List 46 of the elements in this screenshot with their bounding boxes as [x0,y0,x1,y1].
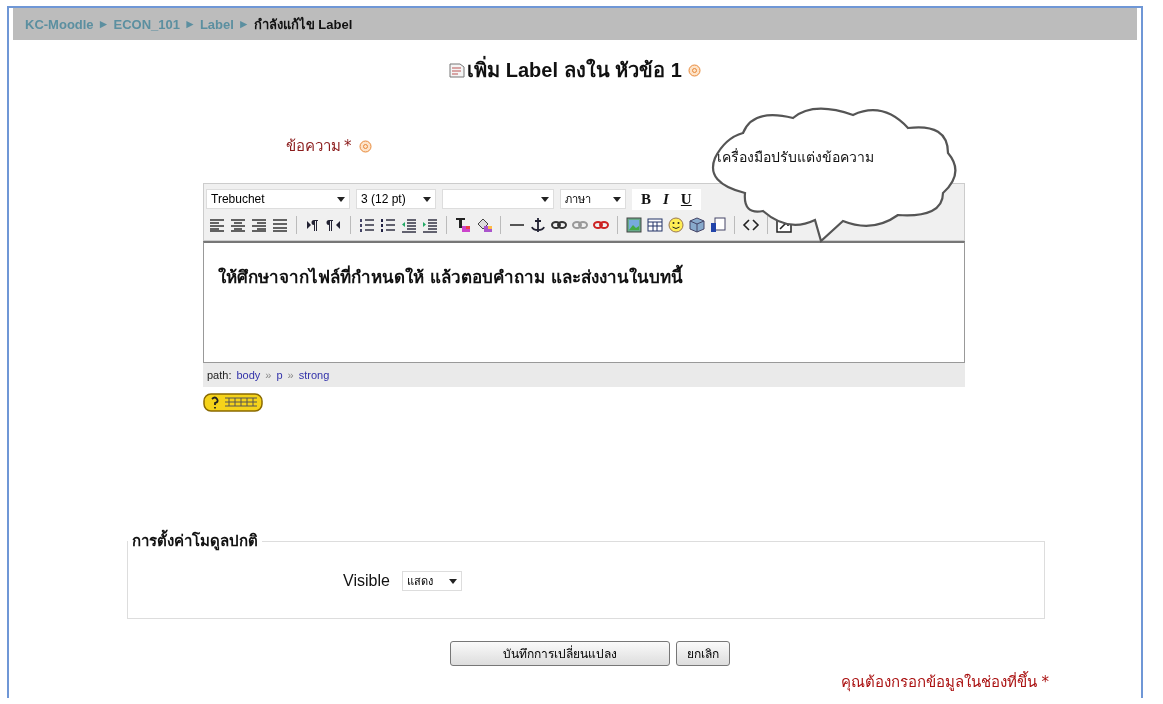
fill-color-icon[interactable] [475,216,493,234]
path-link[interactable]: body [236,369,261,381]
size-select[interactable]: 3 (12 pt) [356,189,436,209]
image-icon[interactable] [625,216,643,234]
align-center-icon[interactable] [229,216,247,234]
paste-icon[interactable] [709,216,727,234]
path-label: path: [207,369,232,381]
save-button[interactable]: บันทึกการเปลี่ยนแปลง [450,641,670,666]
callout-text: เครื่องมือปรับแต่งข้อความ [717,147,874,167]
align-right-icon[interactable] [250,216,268,234]
cancel-button[interactable]: ยกเลิก [676,641,730,666]
breadcrumb-separator: ► [184,17,196,31]
font-select[interactable]: Trebuchet [206,189,350,209]
fieldset-legend: การตั้งค่าโมดูลปกติ [128,529,262,553]
path-separator: » [287,369,294,381]
anchor-icon[interactable] [529,216,547,234]
format-button[interactable]: U [677,190,695,208]
field-label: ข้อความ [286,136,341,157]
indent-icon[interactable] [421,216,439,234]
editor-area[interactable]: ให้ศึกษาจากไฟล์ที่กำหนดให้ แล้วตอบคำถาม และส่งงานในบทนี้ [203,241,965,363]
visible-select[interactable]: แสดง [401,571,462,591]
text-color-icon[interactable] [454,216,472,234]
keyboard-help-icon[interactable] [203,393,263,412]
page-heading: เพิ่ม Label ลงใน หัวข้อ 1 [467,54,682,86]
align-left-icon[interactable] [208,216,226,234]
format-button[interactable]: B [638,190,654,208]
breadcrumb-separator: ► [237,17,250,31]
language-select[interactable]: ภาษา [560,189,626,209]
breadcrumb-separator: ► [97,17,110,31]
required-note: คุณต้องกรอกข้อมูลในช่องที่ขึ้น * [840,670,1049,694]
smiley-icon[interactable] [667,216,685,234]
document-icon [449,62,466,78]
table-icon[interactable] [646,216,664,234]
path-link[interactable]: p [276,369,283,381]
path-link[interactable]: strong [298,369,330,381]
justify-icon[interactable] [271,216,289,234]
bullet-list-icon[interactable] [379,216,397,234]
required-mark: * [344,137,352,155]
visible-label: Visible [343,572,390,590]
outdent-icon[interactable] [400,216,418,234]
cube-icon[interactable] [688,216,706,234]
path-separator: » [265,369,272,381]
editor-text: ให้ศึกษาจากไฟล์ที่กำหนดให้ แล้วตอบคำถาม และส่งงานในบทนี้ [218,263,950,290]
format-button[interactable]: I [660,190,672,208]
breadcrumb-current: กำลังแก้ไข Label [253,15,353,34]
ordered-list-icon[interactable] [358,216,376,234]
